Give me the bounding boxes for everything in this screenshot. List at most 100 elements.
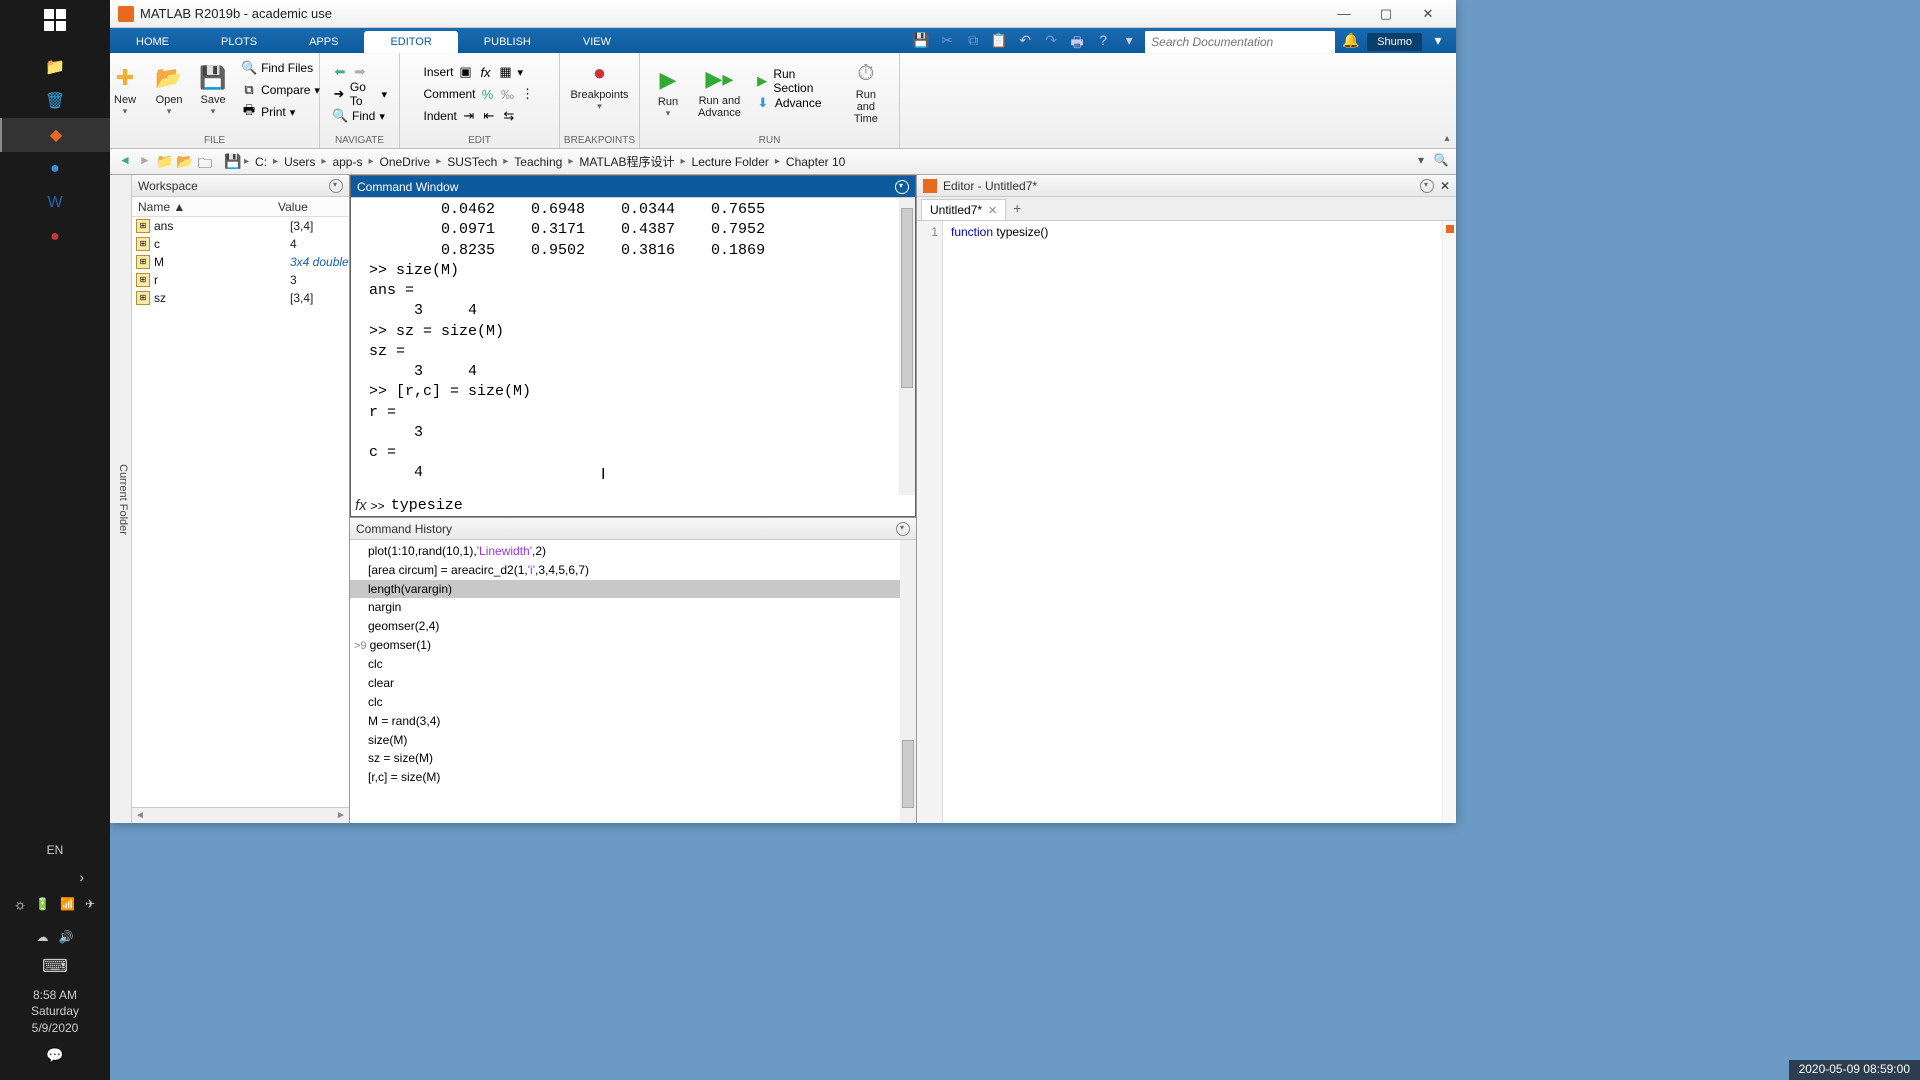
history-item[interactable]: >9 geomser(1) [350,636,916,655]
history-item[interactable]: geomser(2,4) [350,617,916,636]
history-item[interactable]: nargin [350,598,916,617]
tab-apps[interactable]: APPS [283,31,364,53]
workspace-col-value[interactable]: Value [272,200,349,214]
breadcrumb[interactable]: Chapter 10 [782,155,849,169]
history-item[interactable]: size(M) [350,731,916,750]
panel-menu-icon[interactable] [329,179,343,193]
task-word[interactable]: W [0,186,110,220]
close-button[interactable]: ✕ [1408,2,1448,26]
cut-icon[interactable]: ✂ [937,32,957,52]
folder-up-icon[interactable]: 📁 [156,153,174,171]
history-item[interactable]: [area circum] = areacirc_d2(1,'i',3,4,5,… [350,561,916,580]
volume-icon[interactable]: 🔊 [59,930,74,944]
notifications-icon[interactable]: 💬 [10,1041,100,1070]
tab-editor[interactable]: EDITOR [364,31,457,53]
search-documentation[interactable] [1145,31,1335,53]
path-dropdown[interactable]: ▾ [1412,153,1430,171]
tab-home[interactable]: HOME [110,31,195,53]
run-time-button[interactable]: ⏱Run and Time [841,57,891,127]
fx-icon[interactable]: fx [355,497,367,514]
editor-tab[interactable]: Untitled7*✕ [921,199,1006,220]
goto-button[interactable]: ➜Go To ▾ [328,83,391,105]
vertical-scrollbar[interactable] [899,198,915,495]
location-icon[interactable]: ✈ [85,897,95,918]
breadcrumb[interactable]: C: [251,155,271,169]
workspace-variable[interactable]: ⊞r3 [132,271,349,289]
help-icon[interactable]: ? [1093,32,1113,52]
back-button[interactable]: ◄ [116,153,134,171]
folder-icon[interactable]: 📂 [176,153,194,171]
tray-icon[interactable]: 🔋 [35,897,50,918]
task-matlab[interactable]: ◆ [0,118,110,152]
wifi-icon[interactable]: 📶 [60,897,75,918]
start-button[interactable] [0,0,110,40]
breadcrumb[interactable]: OneDrive [376,155,435,169]
print-icon[interactable]: 🖶 [1067,32,1087,52]
task-zoom[interactable]: ● [0,152,110,186]
code-analyzer-bar[interactable] [1442,221,1456,823]
history-item[interactable]: sz = size(M) [350,749,916,768]
run-button[interactable]: ▶Run▾ [648,64,688,121]
maximize-button[interactable]: ▢ [1366,2,1406,26]
breadcrumb[interactable]: Users [280,155,319,169]
forward-button[interactable]: ► [136,153,154,171]
horizontal-scrollbar[interactable]: ◄► [132,807,349,823]
save-icon[interactable]: 💾 [911,32,931,52]
ribbon-collapse[interactable]: ▴ [1438,53,1456,148]
task-other[interactable]: ● [0,220,110,254]
history-item[interactable]: clc [350,693,916,712]
keyboard-icon[interactable]: ⌨ [10,950,100,983]
indent-button[interactable]: Indent ⇥⇤⇆ [419,105,539,127]
onedrive-icon[interactable]: ☁ [37,930,49,944]
workspace-variable[interactable]: ⊞c4 [132,235,349,253]
workspace-variable[interactable]: ⊞M3x4 double [132,253,349,271]
new-tab-button[interactable]: + [1006,200,1028,220]
compare-button[interactable]: ⧉Compare ▾ [237,79,324,101]
print-button[interactable]: 🖶Print ▾ [237,101,324,123]
editor-code[interactable]: function typesize() [943,221,1442,823]
user-menu[interactable]: Shumo [1367,33,1422,51]
history-item[interactable]: M = rand(3,4) [350,712,916,731]
workspace-variable[interactable]: ⊞ans[3,4] [132,217,349,235]
breadcrumb[interactable]: Lecture Folder [688,155,773,169]
tab-plots[interactable]: PLOTS [195,31,283,53]
search-path-icon[interactable]: 🔍 [1432,153,1450,171]
language-indicator[interactable]: EN [10,837,100,863]
panel-menu-icon[interactable] [1420,179,1434,193]
comment-button[interactable]: Comment %‰⋮ [419,83,539,105]
task-explorer[interactable]: 📁 [0,50,110,84]
history-item[interactable]: [r,c] = size(M) [350,768,916,787]
user-dropdown[interactable]: ▾ [1428,32,1448,52]
workspace-col-name[interactable]: Name ▲ [132,200,272,214]
breadcrumb[interactable]: SUSTech [443,155,501,169]
panel-menu-icon[interactable] [896,522,910,536]
minimize-button[interactable]: — [1324,2,1364,26]
browse-icon[interactable]: 🗀 [196,153,214,171]
dropdown-icon[interactable]: ▾ [1119,32,1139,52]
editor-close-icon[interactable]: ✕ [1440,179,1450,193]
history-item[interactable]: clear [350,674,916,693]
tray-icon[interactable]: 🌣 [15,897,25,918]
tab-view[interactable]: VIEW [557,31,637,53]
breadcrumb[interactable]: MATLAB程序设计 [575,153,678,170]
find-button[interactable]: 🔍Find ▾ [328,105,391,127]
command-input[interactable] [391,497,911,514]
tab-close-icon[interactable]: ✕ [988,204,997,217]
history-item[interactable]: plot(1:10,rand(10,1),'Linewidth',2) [350,542,916,561]
history-item[interactable]: clc [350,655,916,674]
undo-icon[interactable]: ↶ [1015,32,1035,52]
open-button[interactable]: 📂Open▾ [149,62,189,119]
copy-icon[interactable]: ⧉ [963,32,983,52]
history-item[interactable]: length(varargin) [350,580,916,599]
task-recycle[interactable]: 🗑 [0,84,110,118]
workspace-variable[interactable]: ⊞sz[3,4] [132,289,349,307]
advance-button[interactable]: ⬇Advance [751,92,837,114]
vertical-scrollbar[interactable] [900,540,916,823]
paste-icon[interactable]: 📋 [989,32,1009,52]
tab-publish[interactable]: PUBLISH [458,31,557,53]
breakpoints-button[interactable]: ●Breakpoints▾ [564,57,634,114]
save-button[interactable]: 💾Save▾ [193,62,233,119]
redo-icon[interactable]: ↷ [1041,32,1061,52]
tray-expand[interactable]: › [10,863,100,891]
panel-menu-icon[interactable] [895,180,909,194]
